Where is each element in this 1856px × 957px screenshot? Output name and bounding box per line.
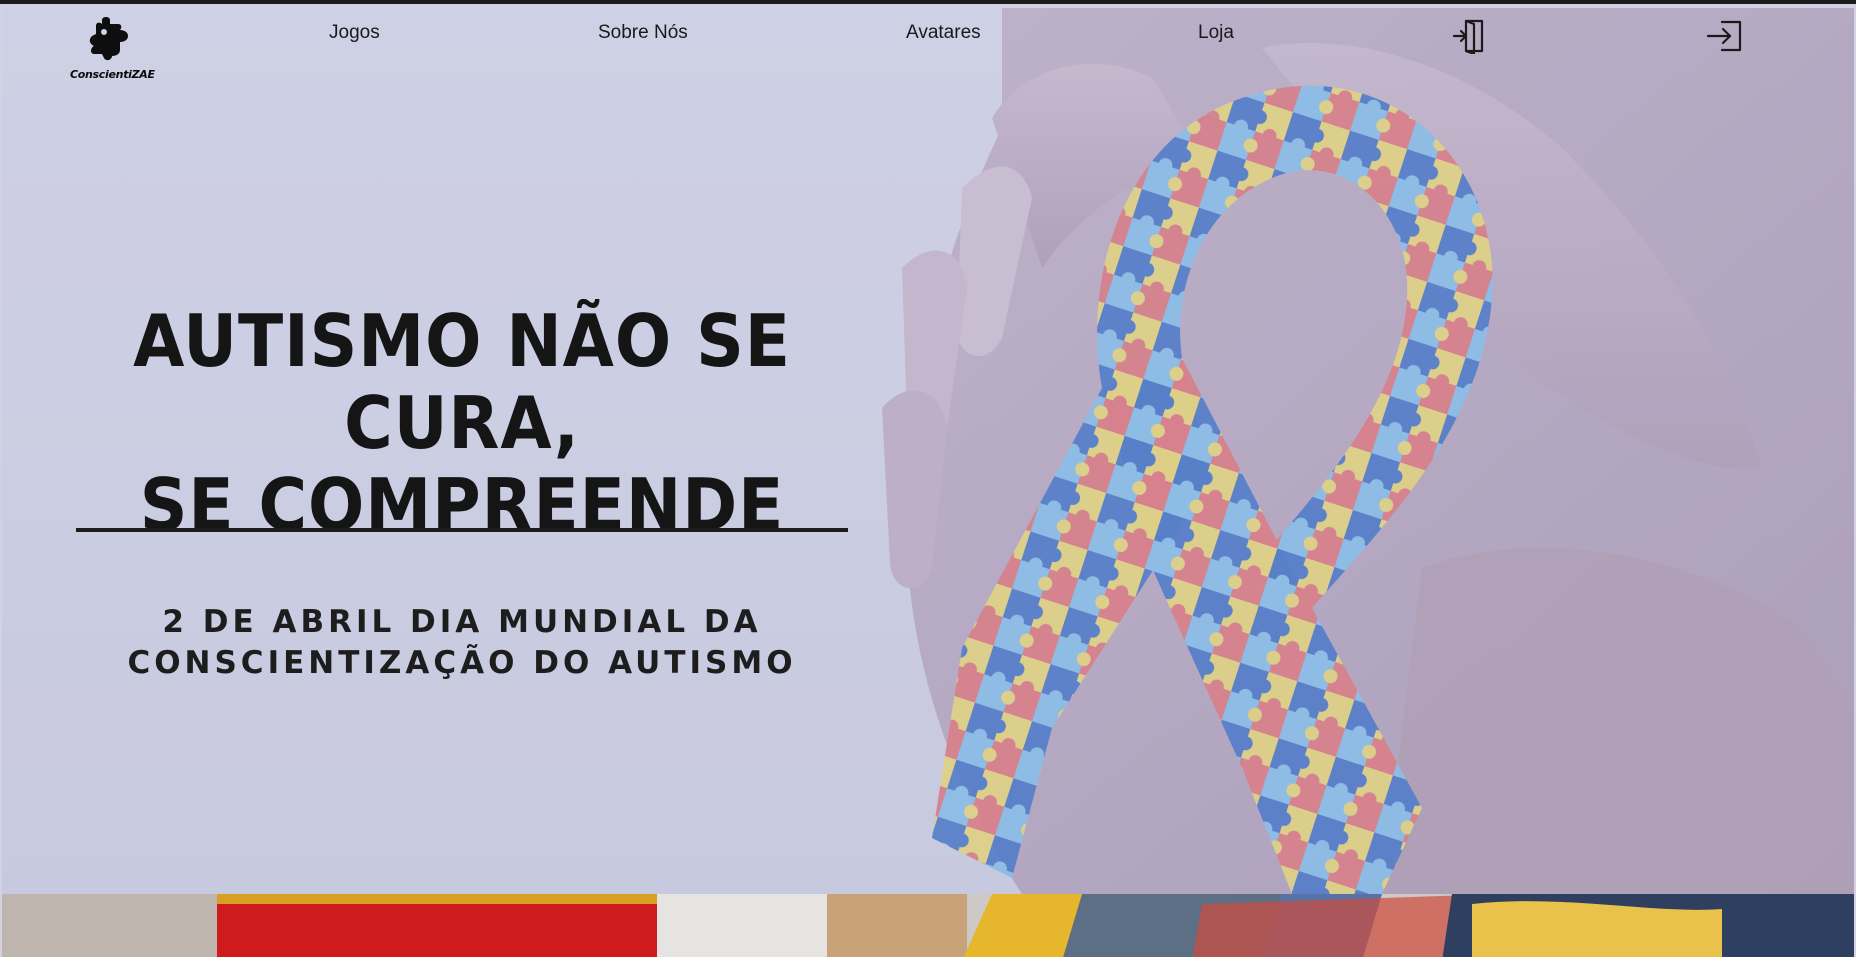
page-frame: AUTISMO NÃO SE CURA, SE COMPREENDE 2 DE … [0,0,1856,957]
hero-subline: 2 DE ABRIL DIA MUNDIAL DA CONSCIENTIZAÇÃ… [62,602,862,684]
login-door-icon[interactable] [1452,18,1488,56]
hero-headline: AUTISMO NÃO SE CURA, SE COMPREENDE [94,300,830,546]
brand-name: ConscientiZAE [70,68,155,81]
hero-subline-line-2: CONSCIENTIZAÇÃO DO AUTISMO [127,645,797,681]
nav-link-sobre-nos[interactable]: Sobre Nós [598,22,688,44]
signin-arrow-icon[interactable] [1706,18,1742,54]
nav-link-jogos[interactable]: Jogos [329,22,380,44]
nav-link-loja[interactable]: Loja [1198,22,1234,44]
hero-subline-line-1: 2 DE ABRIL DIA MUNDIAL DA [162,604,762,640]
nav-link-avatares[interactable]: Avatares [906,22,981,44]
puzzle-logo-icon [89,17,128,61]
top-navbar: ConscientiZAE Jogos Sobre Nós Avatares L… [0,8,1856,88]
hero-headline-line-1: AUTISMO NÃO SE CURA, [133,299,791,465]
brand-logo[interactable]: ConscientiZAE [70,16,155,84]
hero-banner: AUTISMO NÃO SE CURA, SE COMPREENDE 2 DE … [2,8,1854,894]
hero-divider [76,528,848,532]
hero-headline-line-2: SE COMPREENDE [139,463,785,547]
next-section-image [2,894,1854,957]
next-section-preview [2,894,1854,957]
